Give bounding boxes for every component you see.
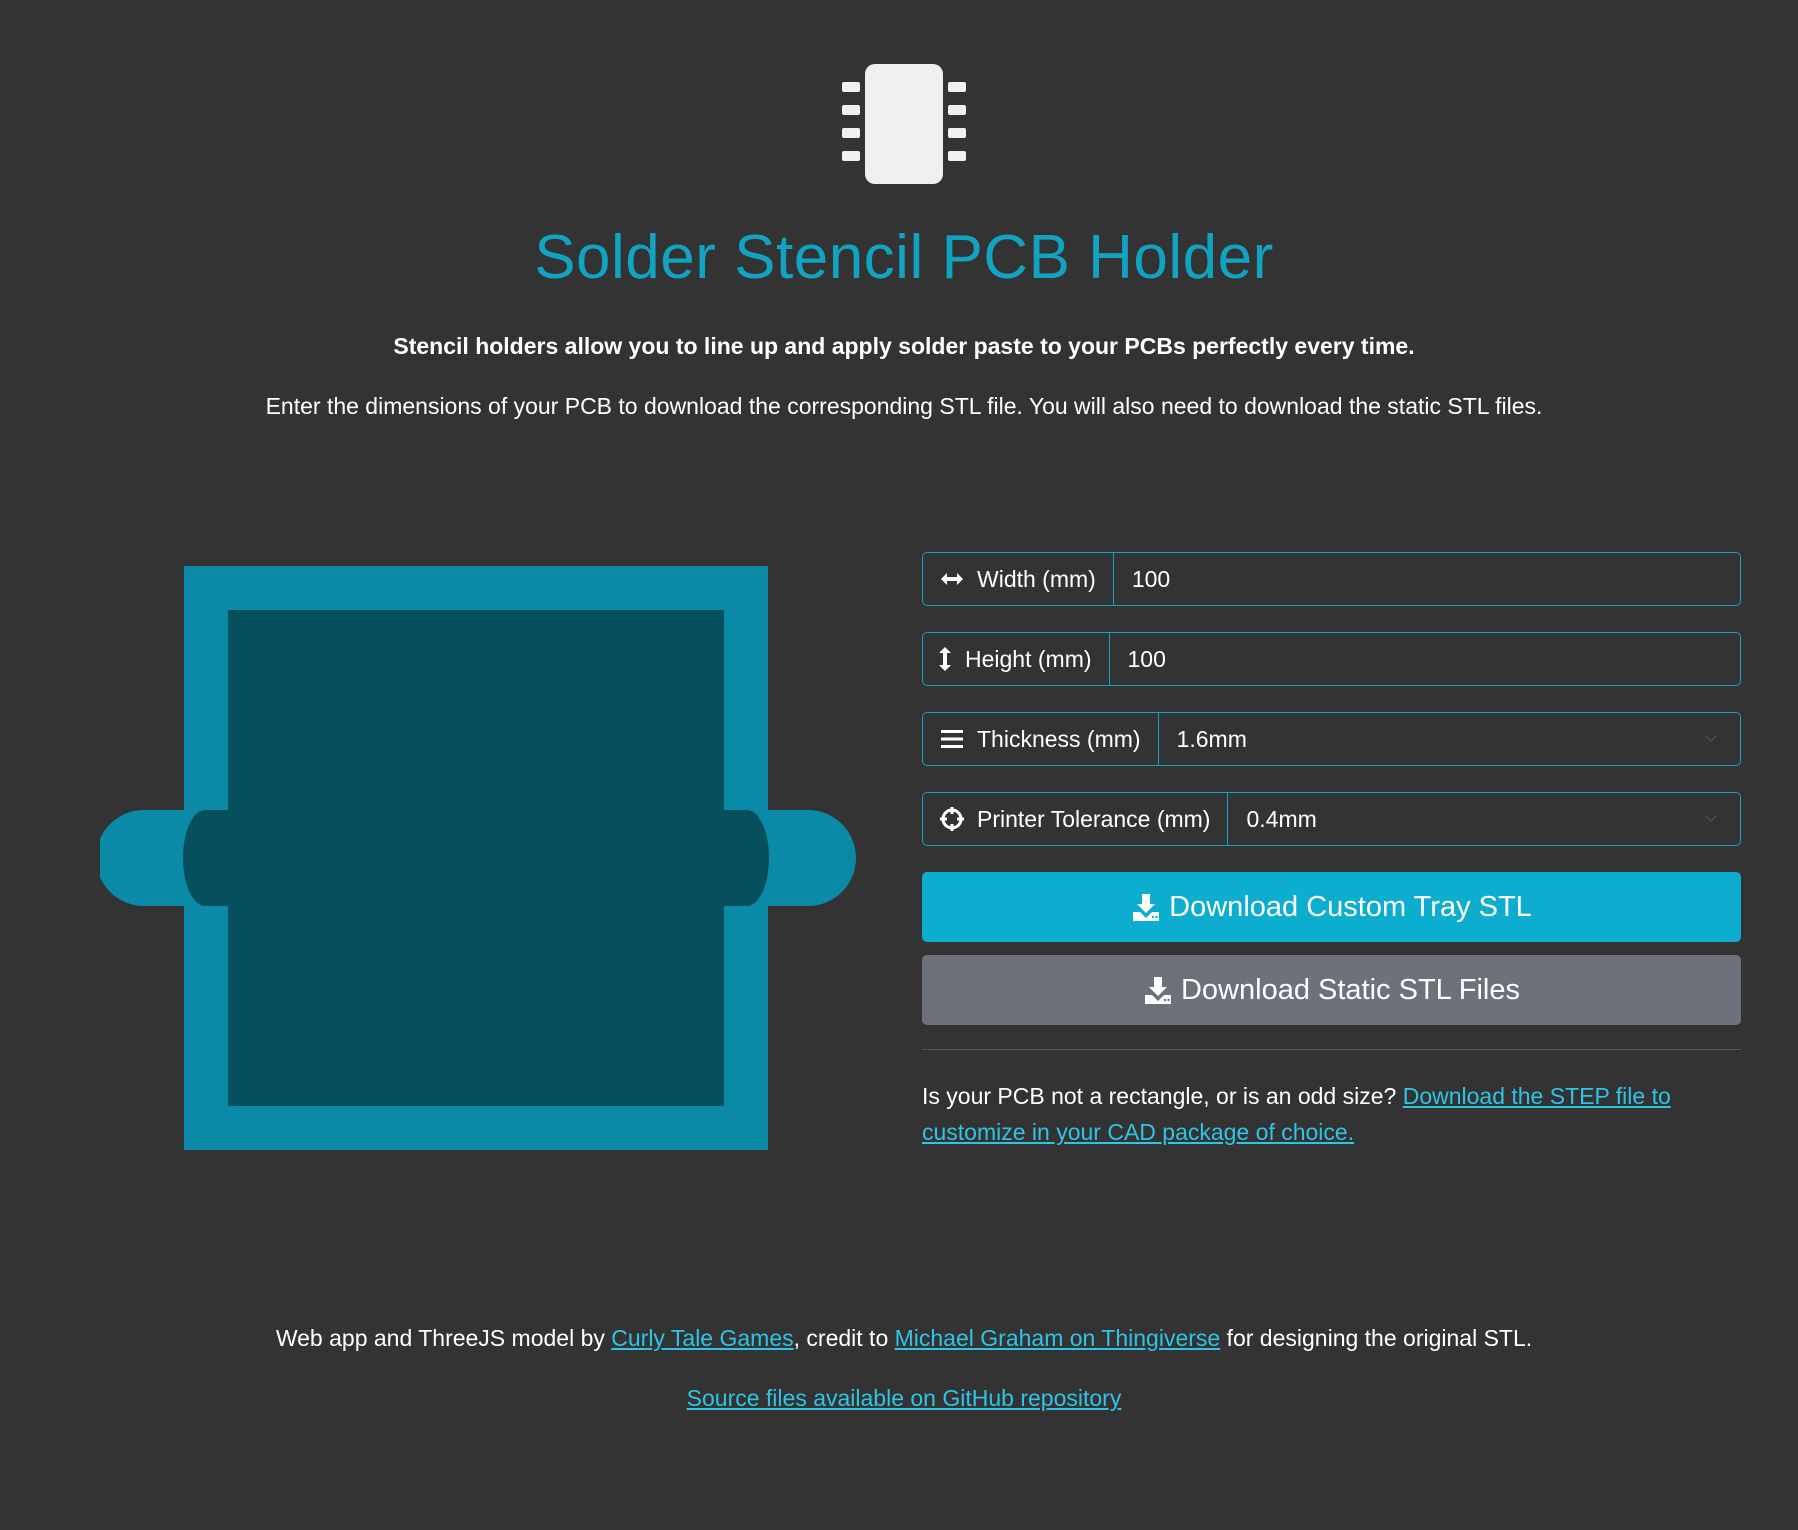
thickness-select[interactable]: 1.6mm — [1159, 713, 1740, 765]
download-custom-tray-button[interactable]: Download Custom Tray STL — [922, 872, 1741, 942]
footer-middle: , credit to — [793, 1325, 895, 1351]
note-text: Is your PCB not a rectangle, or is an od… — [922, 1083, 1403, 1109]
width-label-text: Width (mm) — [977, 565, 1096, 592]
thickness-select-value: 1.6mm — [1176, 725, 1247, 752]
width-field[interactable]: Width (mm) 100 — [922, 552, 1741, 606]
divider — [922, 1049, 1741, 1050]
step-file-note: Is your PCB not a rectangle, or is an od… — [922, 1078, 1741, 1150]
height-input[interactable]: 100 — [1110, 633, 1740, 685]
arrows-vertical-icon — [935, 646, 955, 672]
footer-prefix: Web app and ThreeJS model by — [275, 1325, 612, 1351]
page: Solder Stencil PCB Holder Stencil holder… — [0, 0, 1798, 1530]
crosshairs-icon — [939, 806, 965, 832]
width-label: Width (mm) — [923, 553, 1114, 605]
height-field[interactable]: Height (mm) 100 — [922, 632, 1741, 686]
dimension-form: Width (mm) 100 Height (mm) 100 Thickness… — [922, 552, 1741, 1150]
download-icon — [1133, 894, 1160, 921]
bars-icon — [939, 726, 965, 752]
curly-tale-games-link[interactable]: Curly Tale Games — [611, 1325, 793, 1351]
tolerance-select[interactable]: 0.4mm — [1228, 793, 1740, 845]
width-input[interactable]: 100 — [1114, 553, 1740, 605]
thickness-label-text: Thickness (mm) — [977, 725, 1141, 752]
microchip-icon — [842, 64, 966, 184]
subtitle-text: Enter the dimensions of your PCB to down… — [265, 393, 1543, 419]
lead-text: Stencil holders allow you to line up and… — [393, 333, 1415, 359]
download-static-files-button[interactable]: Download Static STL Files — [922, 955, 1741, 1025]
chevron-down-icon — [1705, 815, 1717, 823]
tolerance-select-value: 0.4mm — [1246, 805, 1317, 832]
download-custom-tray-label: Download Custom Tray STL — [1169, 890, 1532, 923]
footer-suffix: for designing the original STL. — [1220, 1325, 1533, 1351]
download-icon — [1144, 977, 1171, 1004]
pcb-tray-preview[interactable] — [100, 560, 860, 1160]
github-source-link[interactable]: Source files available on GitHub reposit… — [687, 1385, 1122, 1411]
thingiverse-link[interactable]: Michael Graham on Thingiverse — [895, 1325, 1221, 1351]
height-label: Height (mm) — [923, 633, 1110, 685]
tolerance-field[interactable]: Printer Tolerance (mm) 0.4mm — [922, 792, 1741, 846]
footer-credits: Web app and ThreeJS model by Curly Tale … — [0, 1325, 1798, 1352]
footer-source: Source files available on GitHub reposit… — [0, 1385, 1798, 1412]
height-label-text: Height (mm) — [965, 645, 1092, 672]
thickness-label: Thickness (mm) — [923, 713, 1159, 765]
arrows-horizontal-icon — [939, 566, 965, 592]
page-title: Solder Stencil PCB Holder — [534, 223, 1274, 292]
tolerance-label-text: Printer Tolerance (mm) — [977, 805, 1211, 832]
tolerance-label: Printer Tolerance (mm) — [923, 793, 1229, 845]
download-static-files-label: Download Static STL Files — [1180, 973, 1520, 1006]
thickness-field[interactable]: Thickness (mm) 1.6mm — [922, 712, 1741, 766]
chevron-down-icon — [1705, 735, 1717, 743]
